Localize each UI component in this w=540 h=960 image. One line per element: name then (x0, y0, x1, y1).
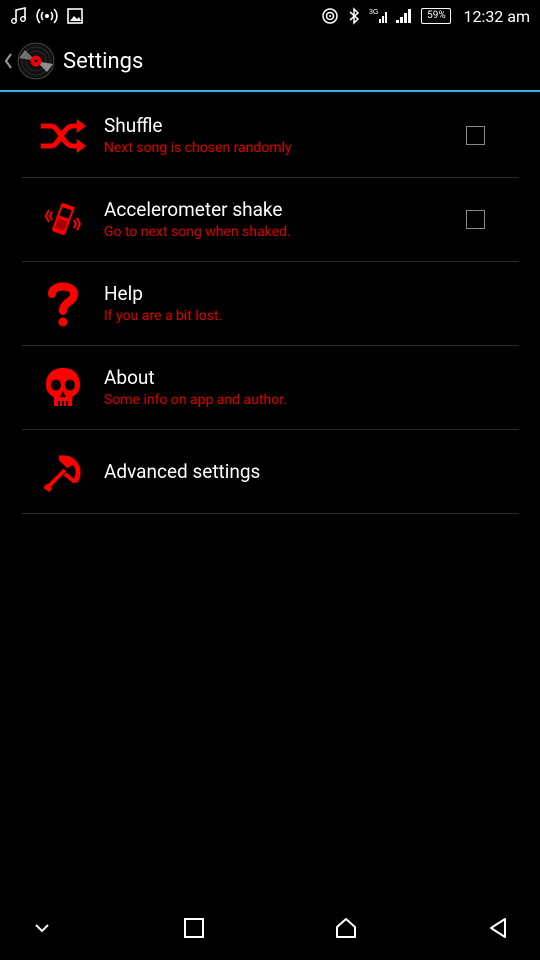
setting-about[interactable]: About Some info on app and author. (22, 346, 519, 430)
setting-shuffle[interactable]: Shuffle Next song is chosen randomly (22, 94, 519, 178)
nfc-icon (321, 6, 339, 26)
setting-text: Shuffle Next song is chosen randomly (104, 114, 292, 158)
image-icon (66, 6, 84, 26)
setting-title: Help (104, 281, 143, 305)
setting-help[interactable]: Help If you are a bit lost. (22, 262, 519, 346)
setting-title: Advanced settings (104, 459, 261, 483)
question-mark-icon (22, 274, 104, 334)
chevron-down-icon[interactable] (20, 906, 64, 950)
home-icon[interactable] (324, 906, 368, 950)
accelerometer-shake-checkbox[interactable] (466, 210, 485, 229)
setting-advanced-settings[interactable]: Advanced settings (22, 430, 519, 514)
setting-text: About Some info on app and author. (104, 366, 287, 410)
setting-text: Accelerometer shake Go to next song when… (104, 198, 291, 242)
setting-summary: Next song is chosen randomly (104, 139, 292, 156)
vibrating-phone-icon (22, 190, 104, 250)
page-title: Settings (63, 48, 144, 74)
signal-3g-icon: 3G (369, 6, 388, 26)
bluetooth-icon (347, 6, 361, 26)
status-bar: 3G 59% 12:32 am (0, 0, 540, 32)
setting-text: Advanced settings (104, 460, 260, 484)
recents-icon[interactable] (172, 906, 216, 950)
status-left-icons (10, 6, 84, 26)
settings-list: Shuffle Next song is chosen randomly Acc… (22, 94, 519, 514)
navigation-bar (0, 896, 540, 960)
skull-icon (22, 358, 104, 418)
setting-accelerometer-shake[interactable]: Accelerometer shake Go to next song when… (22, 178, 519, 262)
setting-summary: If you are a bit lost. (104, 307, 223, 324)
battery-icon: 59% (421, 8, 452, 24)
setting-title: Accelerometer shake (104, 197, 283, 221)
svg-text:3G: 3G (369, 9, 378, 16)
signal-bars-icon (395, 6, 413, 26)
action-bar: Settings (0, 32, 540, 92)
vinyl-record-icon[interactable] (17, 42, 55, 80)
shuffle-icon (22, 106, 104, 166)
hammer-sickle-icon (22, 442, 104, 502)
back-icon[interactable] (476, 906, 520, 950)
setting-text: Help If you are a bit lost. (104, 282, 222, 326)
music-icon (10, 6, 28, 26)
setting-summary: Go to next song when shaked. (104, 223, 291, 240)
up-navigation-icon[interactable] (3, 52, 17, 70)
status-right-icons: 3G 59% 12:32 am (321, 6, 530, 26)
hotspot-icon (36, 6, 58, 26)
status-time: 12:32 am (463, 6, 530, 26)
shuffle-checkbox[interactable] (466, 126, 485, 145)
setting-title: Shuffle (104, 113, 163, 137)
setting-summary: Some info on app and author. (104, 391, 287, 408)
setting-title: About (104, 365, 155, 389)
